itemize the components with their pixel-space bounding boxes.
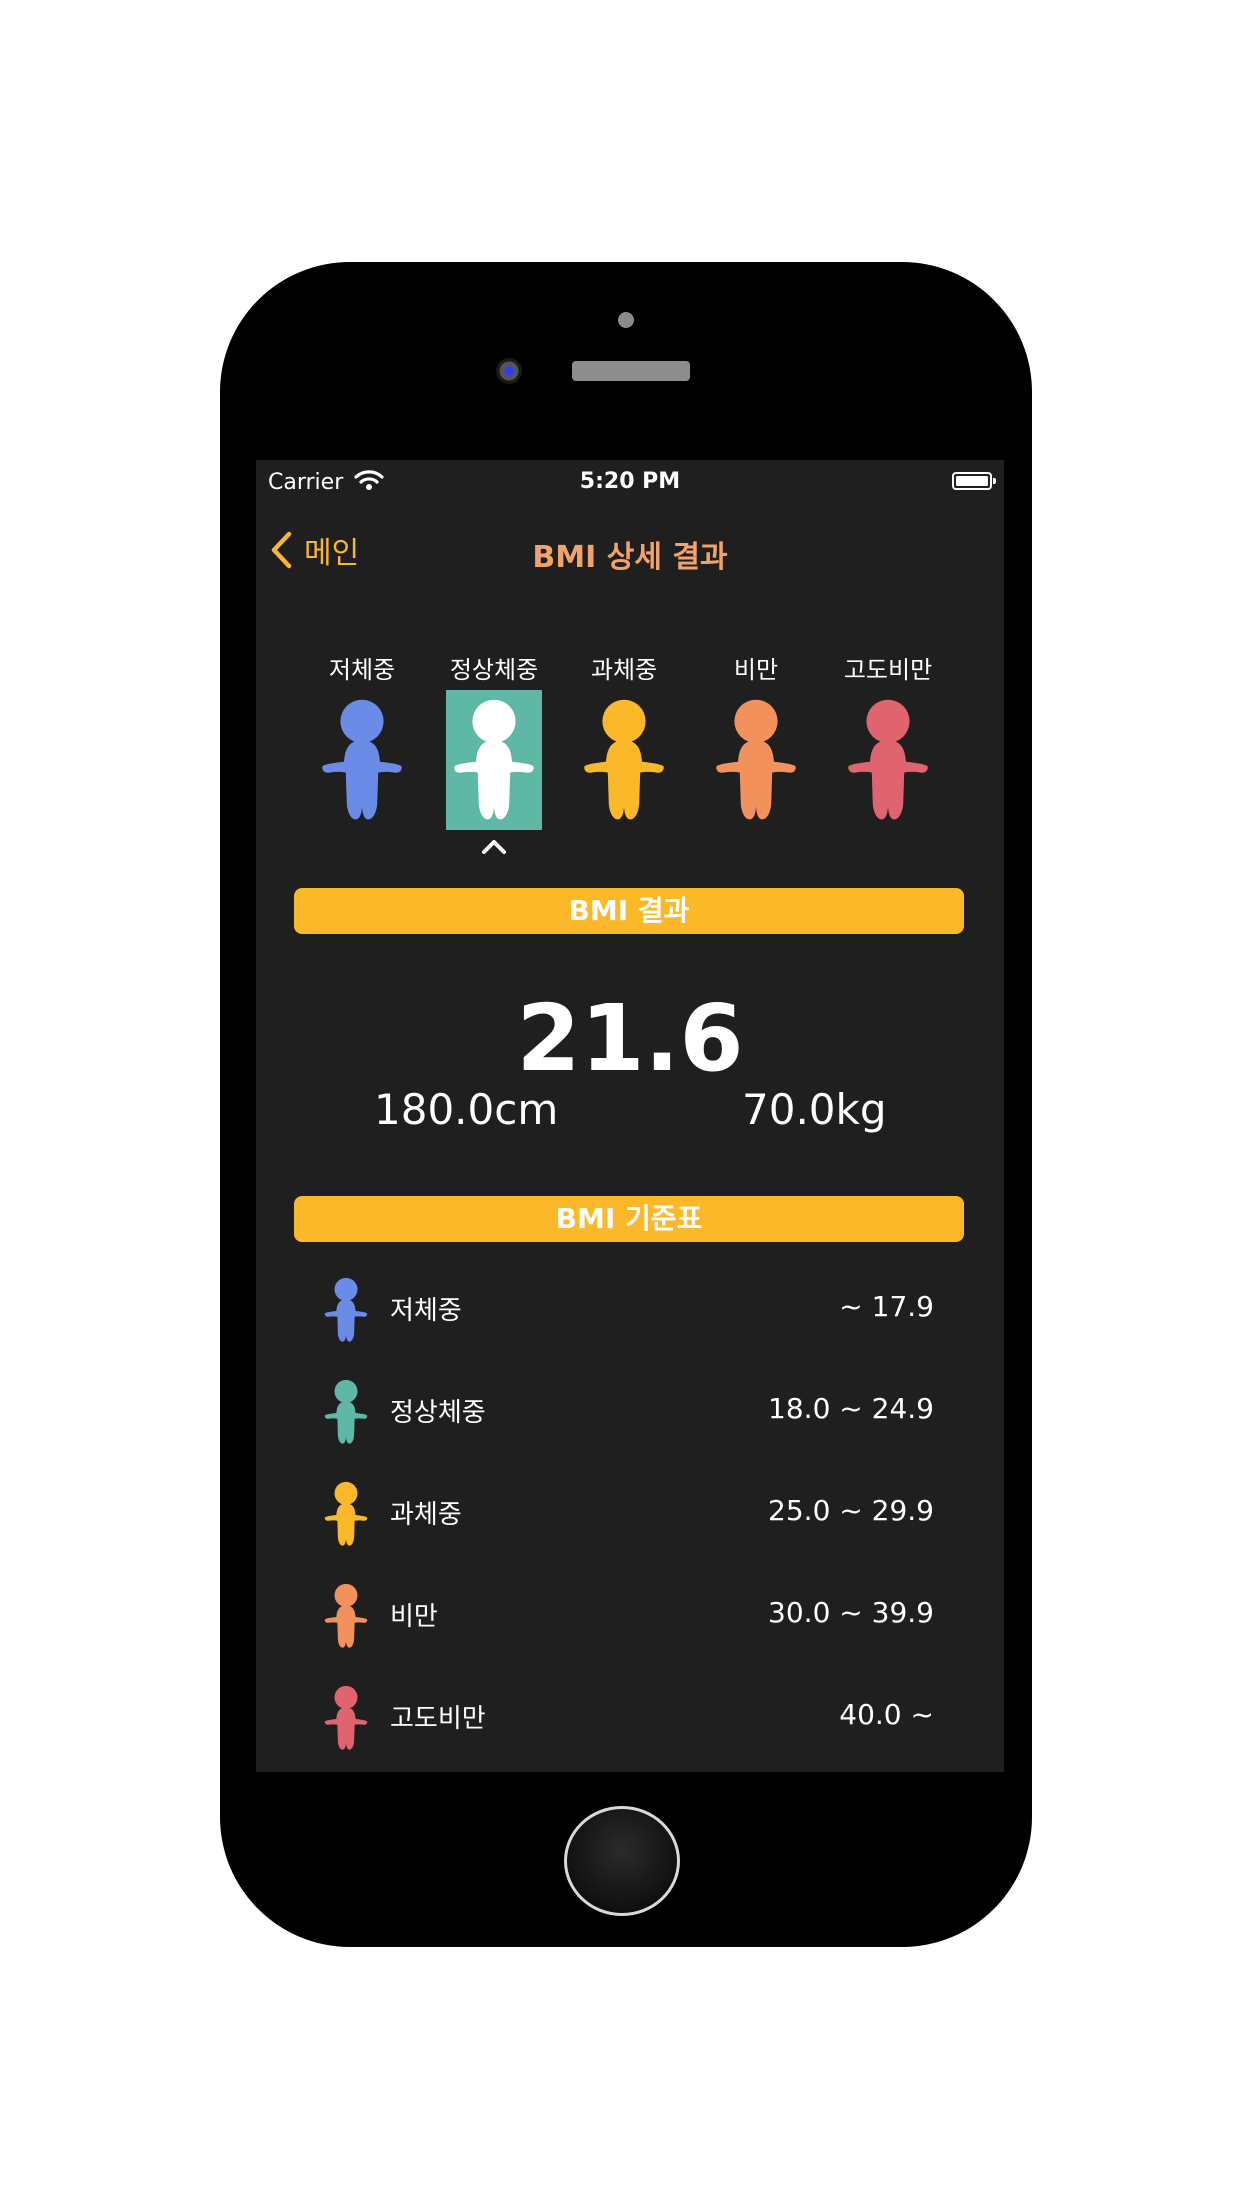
row-label: 과체중 bbox=[390, 1500, 462, 1530]
category-label-underweight: 저체중 bbox=[328, 656, 396, 684]
category-figure-underweight bbox=[314, 690, 410, 830]
person-icon bbox=[324, 1481, 368, 1546]
table-row: 고도비만 40.0 ~ bbox=[256, 1678, 1004, 1758]
category-label-normal: 정상체중 bbox=[449, 656, 539, 684]
row-label: 고도비만 bbox=[390, 1704, 486, 1734]
category-label-severe-obese: 고도비만 bbox=[843, 656, 933, 684]
row-range: 18.0 ~ 24.9 bbox=[768, 1392, 934, 1425]
person-icon bbox=[324, 1685, 368, 1750]
category-figure-overweight bbox=[576, 690, 672, 830]
row-range: 25.0 ~ 29.9 bbox=[768, 1494, 934, 1527]
person-icon bbox=[324, 1379, 368, 1444]
category-label-overweight: 과체중 bbox=[590, 656, 658, 684]
row-range: 40.0 ~ bbox=[839, 1698, 934, 1731]
bmi-value: 21.6 bbox=[516, 985, 744, 1092]
table-row: 정상체중 18.0 ~ 24.9 bbox=[256, 1372, 1004, 1452]
category-figure-normal bbox=[446, 690, 542, 830]
category-label-obese: 비만 bbox=[733, 656, 779, 684]
person-icon bbox=[454, 699, 534, 820]
proximity-sensor bbox=[618, 312, 634, 328]
height-value: 180.0cm bbox=[374, 1085, 559, 1134]
category-figure-obese bbox=[708, 690, 804, 830]
category-labels: 저체중 정상체중 과체중 비만 고도비만 bbox=[256, 650, 1004, 690]
row-range: ~ 17.9 bbox=[839, 1290, 934, 1323]
navigation-bar: 메인 BMI 상세 결과 bbox=[256, 520, 1004, 584]
bmi-table-header: BMI 기준표 bbox=[294, 1196, 964, 1242]
person-icon bbox=[584, 699, 664, 820]
row-range: 30.0 ~ 39.9 bbox=[768, 1596, 934, 1629]
row-label: 정상체중 bbox=[390, 1398, 486, 1428]
row-label: 비만 bbox=[390, 1602, 438, 1632]
person-icon bbox=[716, 699, 796, 820]
category-figures bbox=[256, 690, 1004, 830]
person-icon bbox=[322, 699, 402, 820]
app-screen: Carrier 5:20 PM 메인 BMI 상세 결과 저체중 정상체중 과체… bbox=[256, 460, 1004, 1772]
person-icon bbox=[324, 1277, 368, 1342]
person-icon bbox=[324, 1583, 368, 1648]
caret-up-icon bbox=[482, 840, 506, 854]
page-title: BMI 상세 결과 bbox=[532, 540, 728, 575]
person-icon bbox=[848, 699, 928, 820]
battery-icon bbox=[952, 472, 996, 490]
category-figure-severe-obese bbox=[840, 690, 936, 830]
bmi-result-header: BMI 결과 bbox=[294, 888, 964, 934]
status-time: 5:20 PM bbox=[579, 469, 681, 494]
table-row: 저체중 ~ 17.9 bbox=[256, 1270, 1004, 1350]
home-button[interactable] bbox=[564, 1806, 680, 1916]
table-row: 과체중 25.0 ~ 29.9 bbox=[256, 1474, 1004, 1554]
table-row: 비만 30.0 ~ 39.9 bbox=[256, 1576, 1004, 1656]
status-bar: Carrier 5:20 PM bbox=[256, 460, 1004, 504]
weight-value: 70.0kg bbox=[742, 1085, 887, 1134]
row-label: 저체중 bbox=[390, 1296, 462, 1326]
front-camera bbox=[496, 358, 522, 384]
earpiece-speaker bbox=[572, 361, 690, 381]
